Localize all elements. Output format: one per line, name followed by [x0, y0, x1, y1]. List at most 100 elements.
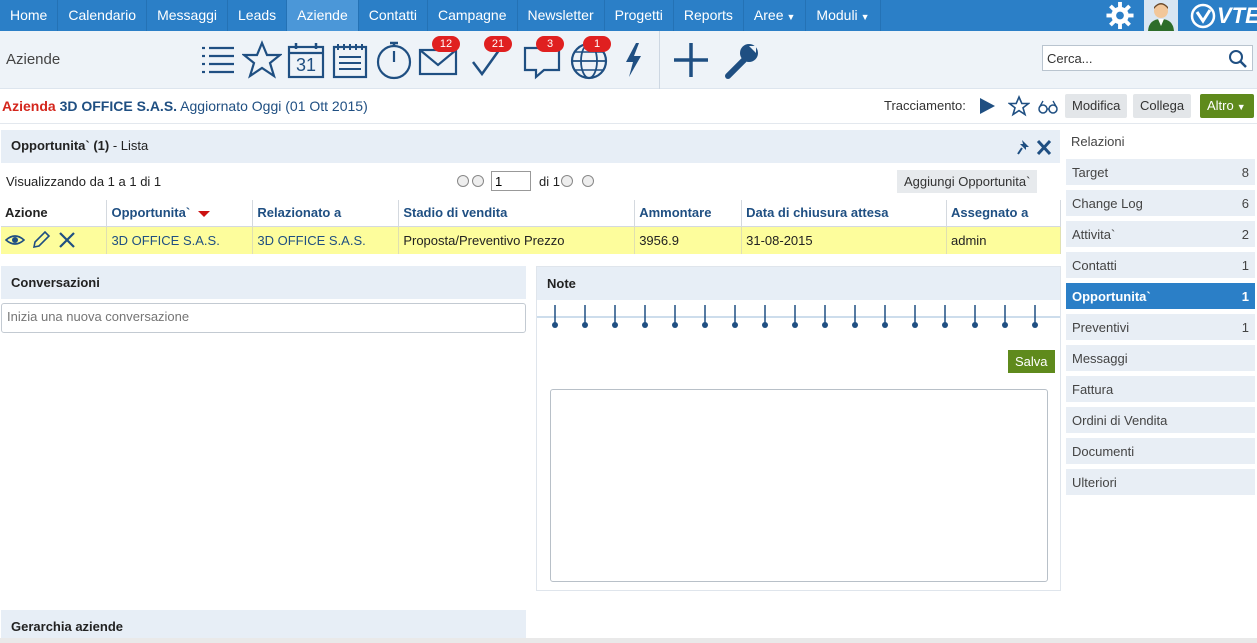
nav-item-label: Newsletter	[527, 7, 594, 23]
relation-label: Messaggi	[1072, 351, 1128, 366]
vte-logo[interactable]: VTE	[1188, 0, 1257, 31]
column-header-label: Opportunita`	[111, 205, 191, 221]
nav-item-aziende[interactable]: Aziende	[287, 0, 359, 31]
relation-count: 8	[1241, 165, 1249, 180]
new-conversation-input[interactable]	[1, 303, 526, 333]
page-number-input[interactable]	[491, 171, 531, 191]
note-textarea[interactable]	[550, 389, 1048, 582]
column-header[interactable]: Relazionato a	[252, 200, 400, 227]
table-row[interactable]: 3D OFFICE S.A.S. 3D OFFICE S.A.S. Propos…	[1, 226, 1061, 254]
calendar-day: 31	[295, 55, 317, 75]
conversations-title: Conversazioni	[11, 275, 100, 290]
close-date-cell: 31-08-2015	[741, 226, 948, 254]
nav-item-label: Contatti	[368, 7, 417, 23]
nav-item-label: Moduli	[816, 7, 858, 23]
relation-item[interactable]: Documenti	[1066, 438, 1255, 464]
play-icon[interactable]	[976, 95, 998, 117]
glasses-icon[interactable]	[1037, 95, 1059, 117]
nav-item-contatti[interactable]: Contatti	[359, 0, 428, 31]
relation-item[interactable]: Target 8	[1066, 159, 1255, 185]
add-opportunity-button[interactable]: Aggiungi Opportunita`	[897, 170, 1038, 193]
wrench-icon[interactable]	[722, 40, 762, 80]
pin-icon[interactable]	[1017, 139, 1031, 155]
relation-item[interactable]: Ordini di Vendita	[1066, 407, 1255, 433]
relation-item[interactable]: Contatti 1	[1066, 252, 1255, 278]
search-input[interactable]	[1047, 49, 1217, 67]
user-avatar-icon[interactable]	[1144, 0, 1178, 31]
column-header[interactable]: Data di chiusura attesa	[741, 200, 948, 227]
view-eye-icon[interactable]	[5, 230, 25, 250]
nav-item-campagne[interactable]: Campagne	[428, 0, 518, 31]
column-header[interactable]: Opportunita`	[106, 200, 254, 227]
related-to-link[interactable]: 3D OFFICE S.A.S.	[252, 226, 400, 254]
nav-item-aree[interactable]: Aree ▼	[744, 0, 807, 31]
nav-item-label: Reports	[683, 7, 733, 23]
link-button[interactable]: Collega	[1133, 94, 1192, 118]
table-header-row: Azione Opportunita` Relazionato a Stadio di…	[1, 200, 1061, 227]
add-icon[interactable]	[671, 40, 711, 80]
opportunity-link[interactable]: 3D OFFICE S.A.S.	[106, 226, 254, 254]
globe-badge: 1	[583, 36, 611, 52]
delete-icon[interactable]	[57, 230, 77, 250]
relation-item[interactable]: Ulteriori	[1066, 469, 1255, 495]
last-page-icon[interactable]	[581, 175, 594, 187]
nav-item-progetti[interactable]: Progetti	[605, 0, 674, 31]
mail-badge: 12	[432, 36, 460, 52]
prev-page-icon[interactable]	[472, 175, 484, 187]
relation-item[interactable]: Preventivi 1	[1066, 314, 1255, 340]
relation-label: Ordini di Vendita	[1072, 413, 1168, 428]
relation-item[interactable]: Messaggi	[1066, 345, 1255, 371]
nav-item-calendario[interactable]: Calendario	[58, 0, 148, 31]
close-icon[interactable]	[1036, 138, 1052, 156]
sales-stage-cell: Proposta/Preventivo Prezzo	[398, 226, 636, 254]
bottom-scrollbar[interactable]	[0, 638, 1257, 643]
nav-item-leads[interactable]: Leads	[228, 0, 288, 31]
module-toolbar: Aziende 31 12 21 3 1 Cerca...	[0, 31, 1257, 89]
more-button[interactable]: Altro ▼	[1200, 94, 1254, 118]
gear-icon[interactable]	[1105, 1, 1135, 30]
nav-item-moduli[interactable]: Moduli ▼	[806, 0, 881, 31]
vte-logo-icon	[1190, 3, 1216, 29]
relation-item[interactable]: Opportunita` 1	[1066, 283, 1255, 309]
column-header: Azione	[1, 200, 108, 227]
list-icon[interactable]	[198, 40, 238, 80]
column-header[interactable]: Assegnato a	[946, 200, 1061, 227]
column-header[interactable]: Stadio di vendita	[398, 200, 636, 227]
sort-desc-icon[interactable]	[198, 210, 211, 217]
assigned-cell: admin	[946, 226, 1061, 254]
relation-item[interactable]: Change Log 6	[1066, 190, 1255, 216]
relation-label: Change Log	[1072, 196, 1143, 211]
logo-text: VTE	[1217, 3, 1257, 28]
star-icon[interactable]	[242, 40, 282, 80]
relation-item[interactable]: Attivita` 2	[1066, 221, 1255, 247]
edit-button[interactable]: Modifica	[1065, 94, 1128, 118]
relation-label: Opportunita`	[1072, 289, 1151, 304]
favorite-star-icon[interactable]	[1008, 95, 1030, 117]
column-header-label: Ammontare	[639, 205, 712, 221]
column-header[interactable]: Ammontare	[634, 200, 743, 227]
relation-item[interactable]: Fattura	[1066, 376, 1255, 402]
notes-panel: Note Salva	[536, 266, 1061, 591]
nav-item-newsletter[interactable]: Newsletter	[518, 0, 605, 31]
page-total: di 1	[539, 173, 560, 189]
nav-item-home[interactable]: Home	[0, 0, 59, 31]
nav-item-label: Aziende	[297, 7, 348, 23]
edit-pencil-icon[interactable]	[31, 230, 51, 250]
tasks-badge: 21	[484, 36, 512, 52]
action-cell	[1, 226, 108, 254]
next-page-icon[interactable]	[560, 175, 573, 187]
nav-item-messaggi[interactable]: Messaggi	[147, 0, 228, 31]
relation-label: Documenti	[1072, 444, 1135, 459]
stopwatch-icon[interactable]	[374, 40, 414, 80]
save-note-button[interactable]: Salva	[1008, 350, 1055, 373]
tracking-label: Tracciamento:	[884, 98, 966, 113]
lightning-icon[interactable]	[614, 40, 654, 80]
nav-item-label: Progetti	[614, 7, 663, 23]
relations-title: Relazioni	[1071, 134, 1125, 149]
search-icon[interactable]	[1228, 49, 1248, 69]
notepad-icon[interactable]	[330, 40, 370, 80]
module-title: Aziende	[6, 51, 61, 68]
first-page-icon[interactable]	[457, 175, 469, 187]
relation-label: Fattura	[1072, 382, 1114, 397]
nav-item-reports[interactable]: Reports	[674, 0, 744, 31]
